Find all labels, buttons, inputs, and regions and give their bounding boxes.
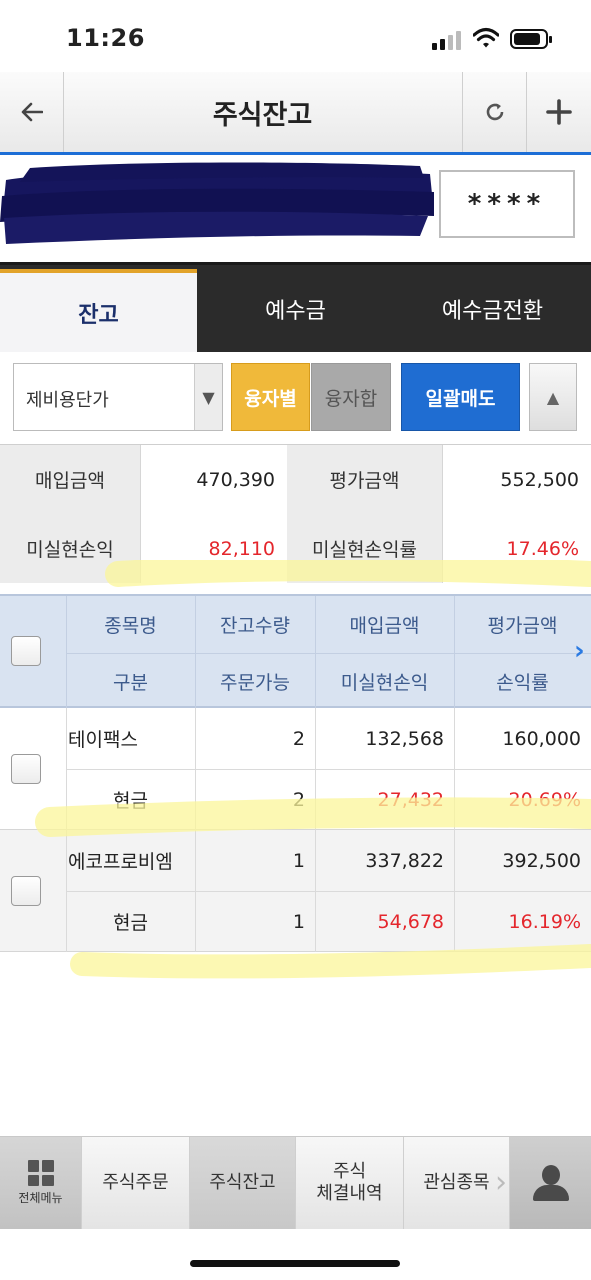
unrealized-pl: 27,432 xyxy=(377,788,444,811)
table-row[interactable]: 에코프로비엠 1 337,822 392,500 현금 1 54,678 16.… xyxy=(0,830,591,952)
stock-name: 테이팩스 xyxy=(68,729,138,751)
status-time: 11:26 xyxy=(66,24,145,52)
balance-qty: 2 xyxy=(292,727,305,750)
plus-icon xyxy=(545,99,572,125)
scroll-right-icon[interactable]: › xyxy=(574,636,585,666)
bottom-nav: 전체메뉴 주식주문 주식잔고 주식 체결내역 관심종목 › xyxy=(0,1136,591,1229)
bulk-sell-button[interactable]: 일괄매도 xyxy=(401,363,520,431)
eval-amount: 392,500 xyxy=(502,849,581,872)
all-menu-label: 전체메뉴 xyxy=(18,1191,63,1205)
select-all-checkbox[interactable] xyxy=(11,636,41,666)
person-icon xyxy=(531,1163,571,1203)
my-profile-button[interactable] xyxy=(510,1137,591,1229)
header-unrealized: 미실현손익 xyxy=(315,653,454,709)
table-row[interactable]: 테이팩스 2 132,568 160,000 현금 2 27,432 20.69… xyxy=(0,708,591,830)
signal-icon xyxy=(432,30,464,50)
unrealized-label: 미실현손익 xyxy=(0,514,141,583)
battery-icon xyxy=(510,29,552,49)
select-value: 제비용단가 xyxy=(26,390,109,411)
purchase-label: 매입금액 xyxy=(0,445,141,514)
holdings-table-header: 종목명 잔고수량 매입금액 평가금액 구분 주문가능 미실현손익 손익률 › xyxy=(0,594,591,708)
header-kind: 구분 xyxy=(66,653,195,709)
refresh-icon xyxy=(486,103,503,121)
purchase-value: 470,390 xyxy=(141,445,287,514)
tab-deposit[interactable]: 예수금 xyxy=(197,265,394,352)
back-arrow-icon xyxy=(21,102,43,122)
app-header: 주식잔고 xyxy=(0,72,591,155)
loan-sum-button[interactable]: 융자합 xyxy=(311,363,391,431)
header-purchase-amount: 매입금액 xyxy=(349,614,420,637)
summary-row: 미실현손익 82,110 미실현손익률 17.46% xyxy=(0,514,591,583)
eval-label: 평가금액 xyxy=(287,445,443,514)
summary-table: 매입금액 470,390 평가금액 552,500 미실현손익 82,110 미… xyxy=(0,444,591,584)
header-eval-amount: 평가금액 xyxy=(487,614,558,637)
unrealized-value: 82,110 xyxy=(141,514,287,583)
nav-stock-balance[interactable]: 주식잔고 xyxy=(190,1137,296,1229)
header-rate: 손익률 xyxy=(454,653,591,709)
price-basis-select[interactable]: 제비용단가 ▼ xyxy=(13,363,223,431)
unrealized-rate-value: 17.46% xyxy=(443,514,591,583)
add-button[interactable] xyxy=(526,72,590,152)
kind: 현금 xyxy=(113,912,148,934)
status-bar: 11:26 xyxy=(0,0,591,72)
page-title: 주식잔고 xyxy=(212,99,313,131)
all-menu-button[interactable]: 전체메뉴 xyxy=(0,1137,82,1229)
orderable-qty: 1 xyxy=(292,910,305,933)
refresh-button[interactable] xyxy=(462,72,526,152)
eval-value: 552,500 xyxy=(443,445,591,514)
header-orderable: 주문가능 xyxy=(195,653,315,709)
unrealized-pl: 54,678 xyxy=(377,910,444,933)
purchase-amount: 337,822 xyxy=(365,849,444,872)
nav-stock-order[interactable]: 주식주문 xyxy=(82,1137,190,1229)
wifi-icon xyxy=(473,27,499,48)
nav-stock-executions[interactable]: 주식 체결내역 xyxy=(296,1137,404,1229)
tab-bar: 잔고 예수금 예수금전환 xyxy=(0,262,591,352)
chevron-down-icon: ▼ xyxy=(194,364,222,430)
by-loan-button[interactable]: 융자별 xyxy=(231,363,310,431)
header-stock-name: 종목명 xyxy=(104,614,157,637)
unrealized-rate-label: 미실현손익률 xyxy=(287,514,443,583)
home-indicator[interactable] xyxy=(190,1260,400,1267)
summary-row: 매입금액 470,390 평가금액 552,500 xyxy=(0,445,591,514)
pl-rate: 20.69% xyxy=(508,788,581,811)
tab-balance[interactable]: 잔고 xyxy=(0,269,197,352)
purchase-amount: 132,568 xyxy=(365,727,444,750)
row-checkbox[interactable] xyxy=(11,754,41,784)
pl-rate: 16.19% xyxy=(508,910,581,933)
tab-deposit-convert[interactable]: 예수금전환 xyxy=(394,265,591,352)
redacted-account-scribble xyxy=(0,162,434,244)
row-checkbox[interactable] xyxy=(11,876,41,906)
nav-more-arrow-icon[interactable]: › xyxy=(492,1137,510,1229)
back-button[interactable] xyxy=(0,72,64,152)
password-field[interactable]: **** xyxy=(439,170,575,238)
header-balance-qty: 잔고수량 xyxy=(220,614,290,637)
stock-name: 에코프로비엠 xyxy=(68,851,173,873)
orderable-qty: 2 xyxy=(292,788,305,811)
collapse-button[interactable]: ▲ xyxy=(529,363,577,431)
kind: 현금 xyxy=(113,790,148,812)
eval-amount: 160,000 xyxy=(502,727,581,750)
grid-menu-icon xyxy=(27,1160,54,1186)
balance-qty: 1 xyxy=(292,849,305,872)
